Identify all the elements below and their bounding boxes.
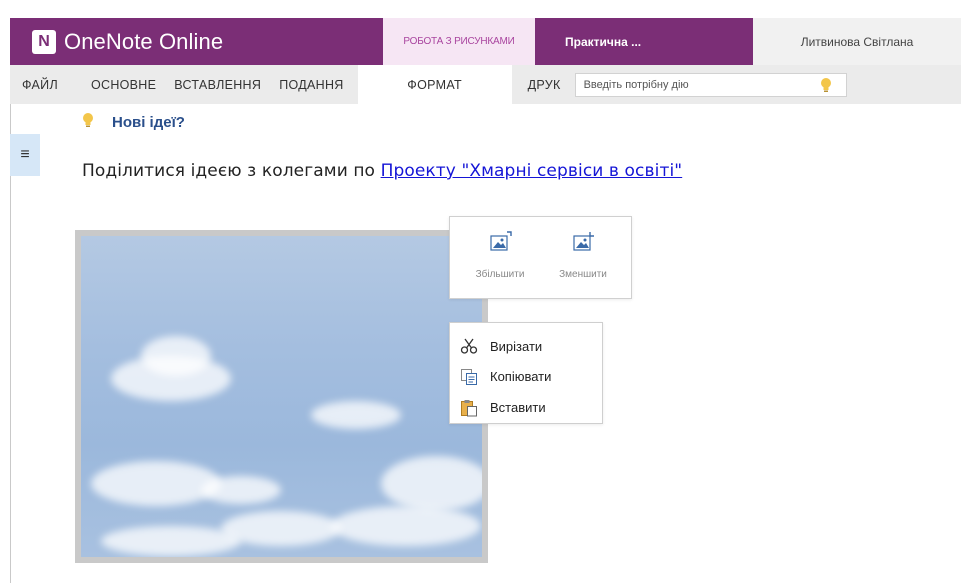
enlarge-picture-icon [490, 231, 512, 258]
shrink-label: Зменшити [559, 269, 607, 280]
shrink-picture-button[interactable]: Зменшити [543, 217, 623, 297]
project-link[interactable]: Проекту "Хмарні сервіси в освіті" [381, 161, 683, 181]
tell-me-search-input[interactable]: Введіть потрібну дію [574, 72, 847, 97]
enlarge-label: Збільшити [475, 269, 525, 280]
menu-item-paste[interactable]: Вставити [450, 392, 602, 423]
tab-insert[interactable]: ВСТАВЛЕННЯ [165, 65, 270, 104]
idea-heading: Нові ідеї? [82, 112, 185, 132]
tab-print[interactable]: ДРУК [512, 65, 575, 104]
lightbulb-icon [820, 77, 832, 96]
user-name[interactable]: Литвинова Світлана [753, 18, 961, 65]
menu-item-label: Вирізати [490, 338, 543, 354]
app-title: OneNote Online [64, 28, 224, 54]
navigation-menu-button[interactable]: ≡ [10, 134, 40, 176]
menu-item-copy[interactable]: Копіювати [450, 361, 602, 392]
paste-icon [460, 399, 478, 417]
ribbon-tabs: ФАЙЛ ОСНОВНЕ ВСТАВЛЕННЯ ПОДАННЯ ФОРМАТ Д… [10, 65, 961, 104]
shrink-picture-icon [573, 231, 595, 258]
picture-size-panel: Збільшити Зменшити [449, 216, 632, 299]
lightbulb-icon [82, 112, 94, 132]
tab-file[interactable]: ФАЙЛ [10, 65, 82, 104]
tab-picture-tools[interactable]: РОБОТА З РИСУНКАМИ [383, 18, 535, 65]
menu-item-label: Копіювати [490, 369, 552, 384]
menu-item-cut[interactable]: Вирізати [450, 331, 602, 361]
tab-view[interactable]: ПОДАННЯ [270, 65, 352, 104]
notebook-name[interactable]: Практична ... [535, 18, 753, 65]
menu-item-label: Вставити [490, 400, 546, 415]
tab-home[interactable]: ОСНОВНЕ [82, 65, 165, 104]
title-bar: N OneNote Online РОБОТА З РИСУНКАМИ Прак… [10, 18, 961, 65]
copy-icon [460, 368, 478, 386]
sky-image [81, 236, 482, 557]
sky-picture[interactable] [75, 230, 488, 563]
tab-format[interactable]: ФОРМАТ [357, 65, 512, 104]
enlarge-picture-button[interactable]: Збільшити [460, 217, 540, 297]
share-text: Поділитися ідеєю з колегами по [82, 161, 381, 181]
context-menu: Вирізати Копіювати Вставити [449, 322, 603, 424]
scissors-icon [460, 337, 478, 355]
hamburger-icon: ≡ [20, 146, 30, 163]
search-placeholder: Введіть потрібну дію [583, 78, 689, 91]
app-brand[interactable]: N OneNote Online [10, 18, 383, 65]
idea-title-text: Нові ідеї? [112, 113, 185, 131]
share-paragraph[interactable]: Поділитися ідеєю з колегами по Проекту "… [82, 161, 682, 181]
onenote-logo-icon: N [32, 29, 56, 54]
